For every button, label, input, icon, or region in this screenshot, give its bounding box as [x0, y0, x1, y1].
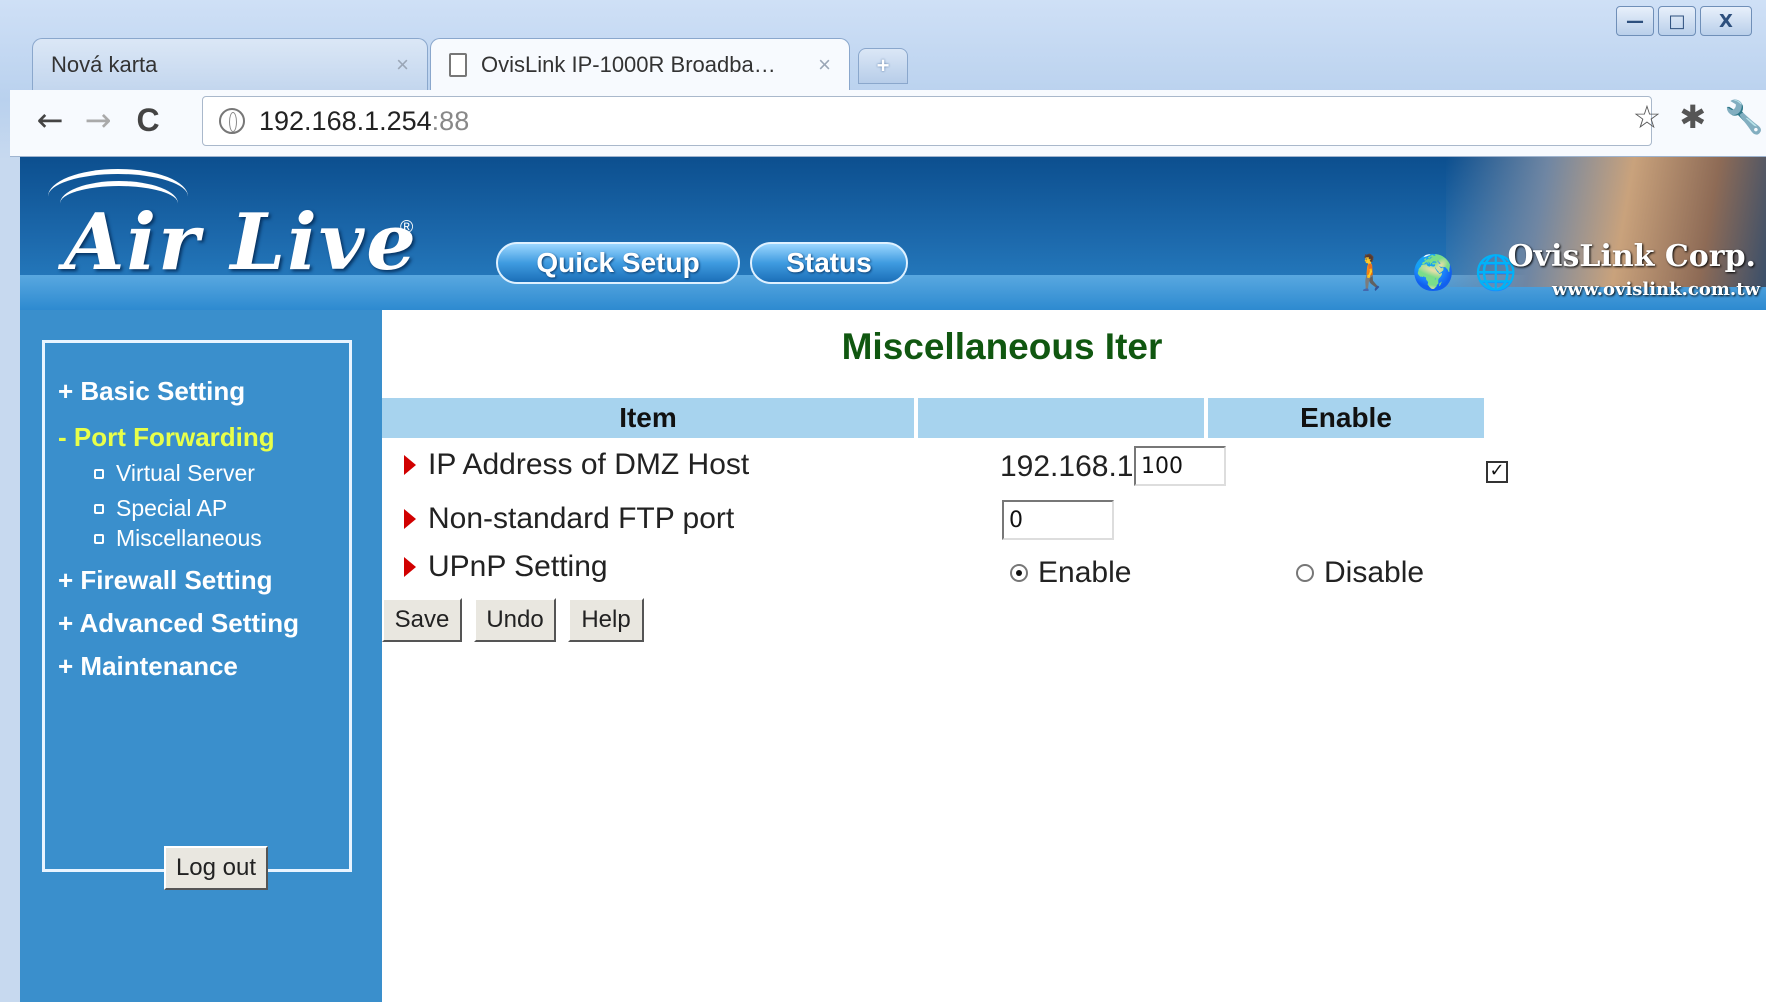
figure-icon: 🚶 — [1350, 254, 1393, 292]
ftp-port-label: Non-standard FTP port — [404, 502, 734, 536]
corp-name: OvisLink Corp. — [1507, 239, 1757, 274]
banner: Air Live ® Quick Setup Status 🚶 🌍 🌐 Ovis… — [20, 157, 1766, 310]
red-arrow-icon — [404, 557, 416, 577]
toolbar-icons: ☆ ✱ 🔧 — [1633, 98, 1764, 136]
sidebar-item-firewall-setting[interactable]: + Firewall Setting — [58, 565, 273, 596]
upnp-disable-option[interactable]: Disable — [1296, 556, 1424, 590]
bookmark-star-icon[interactable]: ☆ — [1633, 98, 1662, 136]
wrench-icon[interactable]: 🔧 — [1724, 98, 1764, 136]
help-button[interactable]: Help — [568, 598, 644, 642]
status-button[interactable]: Status — [750, 242, 908, 284]
banner-icons: 🚶 🌍 🌐 — [1350, 253, 1517, 293]
minimize-button[interactable]: — — [1616, 6, 1654, 36]
tab-close-icon[interactable]: × — [396, 52, 409, 78]
page-title: Miscellaneous Iter — [841, 326, 1163, 367]
column-header-item: Item — [382, 398, 914, 438]
radio-label: Enable — [1038, 556, 1132, 589]
browser-window: — □ X Nová karta × OvisLink IP-1000R Bro… — [0, 0, 1766, 1002]
tab-strip: Nová karta × OvisLink IP-1000R Broadba… … — [32, 38, 1232, 90]
sidebar-item-basic-setting[interactable]: + Basic Setting — [58, 376, 245, 407]
extension-icon[interactable]: ✱ — [1679, 98, 1706, 136]
url-host: 192.168.1.254 — [259, 105, 432, 136]
sidebar: + Basic Setting - Port Forwarding Virtua… — [20, 310, 382, 1002]
sidebar-item-advanced-setting[interactable]: + Advanced Setting — [58, 608, 299, 639]
dmz-host-label: IP Address of DMZ Host — [404, 448, 749, 482]
tab-close-icon[interactable]: × — [818, 52, 831, 78]
upnp-enable-option[interactable]: Enable — [1010, 556, 1131, 590]
window-controls: — □ X — [1616, 6, 1752, 36]
red-arrow-icon — [404, 455, 416, 475]
globe-icon: 🌍 — [1412, 254, 1455, 292]
ftp-port-input[interactable] — [1002, 500, 1114, 540]
square-bullet-icon — [94, 468, 104, 479]
dmz-host-input[interactable] — [1134, 446, 1226, 486]
upnp-setting-label: UPnP Setting — [404, 550, 608, 584]
url-port: :88 — [431, 105, 470, 136]
reload-button[interactable]: C — [128, 100, 168, 140]
tab-title: OvisLink IP-1000R Broadba… — [481, 51, 776, 77]
sidebar-subitem-virtual-server[interactable]: Virtual Server — [94, 460, 255, 487]
close-window-button[interactable]: X — [1700, 6, 1752, 36]
sidebar-subitem-label: Miscellaneous — [116, 525, 262, 551]
new-tab-button[interactable]: + — [858, 48, 908, 84]
main-content: Miscellaneous Iter Item Enable IP Addres… — [382, 310, 1766, 1002]
web-page: Air Live ® Quick Setup Status 🚶 🌍 🌐 Ovis… — [20, 157, 1766, 1002]
registered-mark: ® — [400, 217, 414, 237]
red-arrow-icon — [404, 509, 416, 529]
dmz-enable-checkbox[interactable]: ✓ — [1486, 461, 1508, 483]
airlive-logo: Air Live — [64, 197, 418, 288]
square-bullet-icon — [94, 533, 104, 544]
row-label-text: IP Address of DMZ Host — [428, 448, 750, 481]
sidebar-subitem-label: Special AP — [116, 495, 228, 521]
upnp-disable-radio[interactable] — [1296, 564, 1314, 582]
tab-ovislink[interactable]: OvisLink IP-1000R Broadba… × — [430, 38, 850, 90]
corp-url: www.ovislink.com.tw — [1552, 279, 1760, 300]
sidebar-subitem-special-ap[interactable]: Special AP — [94, 495, 227, 522]
quick-setup-button[interactable]: Quick Setup — [496, 242, 740, 284]
radio-label: Disable — [1324, 556, 1425, 589]
square-bullet-icon — [94, 503, 104, 514]
save-button[interactable]: Save — [382, 598, 462, 642]
maximize-button[interactable]: □ — [1658, 6, 1696, 36]
upnp-enable-radio[interactable] — [1010, 564, 1028, 582]
address-bar[interactable]: 192.168.1.254 :88 — [202, 96, 1652, 146]
row-label-text: Non-standard FTP port — [428, 502, 735, 535]
globe-icon — [219, 108, 245, 134]
column-header-value — [918, 398, 1204, 438]
back-button[interactable]: ← — [30, 100, 70, 140]
tab-new-tab[interactable]: Nová karta × — [32, 38, 428, 90]
forward-button[interactable]: → — [78, 100, 118, 140]
sidebar-item-port-forwarding[interactable]: - Port Forwarding — [58, 422, 275, 453]
undo-button[interactable]: Undo — [474, 598, 556, 642]
dmz-ip-prefix: 192.168.1. — [1000, 450, 1142, 483]
column-header-enable: Enable — [1208, 398, 1484, 438]
page-icon — [449, 52, 467, 77]
sidebar-menu-box — [42, 340, 352, 872]
tab-title: Nová karta — [51, 51, 158, 77]
sidebar-subitem-miscellaneous[interactable]: Miscellaneous — [94, 525, 262, 552]
sidebar-item-maintenance[interactable]: + Maintenance — [58, 651, 238, 682]
sidebar-subitem-label: Virtual Server — [116, 460, 255, 486]
row-label-text: UPnP Setting — [428, 550, 608, 583]
browser-toolbar: ← → C 192.168.1.254 :88 ☆ ✱ 🔧 — [10, 90, 1766, 157]
logout-button[interactable]: Log out — [164, 846, 268, 890]
